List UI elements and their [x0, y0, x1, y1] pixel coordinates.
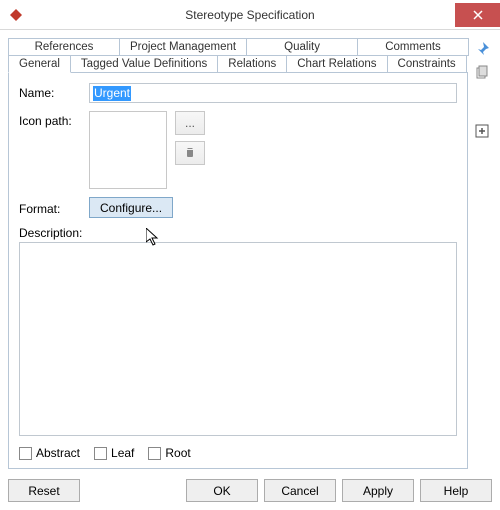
checkbox-box	[94, 447, 107, 460]
name-label: Name:	[19, 83, 81, 100]
root-label: Root	[165, 446, 190, 460]
tab-project-management[interactable]: Project Management	[119, 38, 247, 56]
name-input[interactable]: Urgent	[89, 83, 457, 103]
tab-general[interactable]: General	[8, 55, 71, 73]
tab-chart-relations[interactable]: Chart Relations	[286, 55, 387, 73]
reset-button[interactable]: Reset	[8, 479, 80, 502]
name-input-value: Urgent	[93, 86, 131, 101]
cancel-button[interactable]: Cancel	[264, 479, 336, 502]
leaf-label: Leaf	[111, 446, 134, 460]
icon-preview	[89, 111, 167, 189]
description-textarea[interactable]	[19, 242, 457, 436]
app-icon	[8, 7, 24, 23]
tab-tagged-value-definitions[interactable]: Tagged Value Definitions	[70, 55, 218, 73]
tab-references[interactable]: References	[8, 38, 120, 56]
help-button[interactable]: Help	[420, 479, 492, 502]
general-panel: Name: Urgent Icon path: ...	[8, 72, 468, 469]
description-label: Description:	[19, 226, 457, 240]
checkbox-box	[19, 447, 32, 460]
close-button[interactable]	[455, 3, 500, 27]
delete-icon-button[interactable]	[175, 141, 205, 165]
add-icon[interactable]	[473, 122, 491, 140]
leaf-checkbox[interactable]: Leaf	[94, 446, 134, 460]
abstract-checkbox[interactable]: Abstract	[19, 446, 80, 460]
tab-relations[interactable]: Relations	[217, 55, 287, 73]
ok-button[interactable]: OK	[186, 479, 258, 502]
checkbox-box	[148, 447, 161, 460]
side-toolbar	[472, 38, 492, 469]
copy-icon[interactable]	[473, 64, 491, 82]
tab-constraints[interactable]: Constraints	[387, 55, 467, 73]
abstract-label: Abstract	[36, 446, 80, 460]
format-label: Format:	[19, 199, 81, 216]
pin-icon[interactable]	[473, 40, 491, 58]
trash-icon	[184, 146, 196, 161]
window-title: Stereotype Specification	[0, 8, 500, 22]
configure-button[interactable]: Configure...	[89, 197, 173, 218]
dialog-button-bar: Reset OK Cancel Apply Help	[8, 479, 492, 502]
titlebar: Stereotype Specification	[0, 0, 500, 30]
browse-icon-button[interactable]: ...	[175, 111, 205, 135]
apply-button[interactable]: Apply	[342, 479, 414, 502]
root-checkbox[interactable]: Root	[148, 446, 190, 460]
iconpath-label: Icon path:	[19, 111, 81, 128]
tab-bar: References Project Management Quality Co…	[8, 38, 468, 72]
tab-quality[interactable]: Quality	[246, 38, 358, 56]
ellipsis-icon: ...	[185, 116, 195, 130]
tab-comments[interactable]: Comments	[357, 38, 469, 56]
